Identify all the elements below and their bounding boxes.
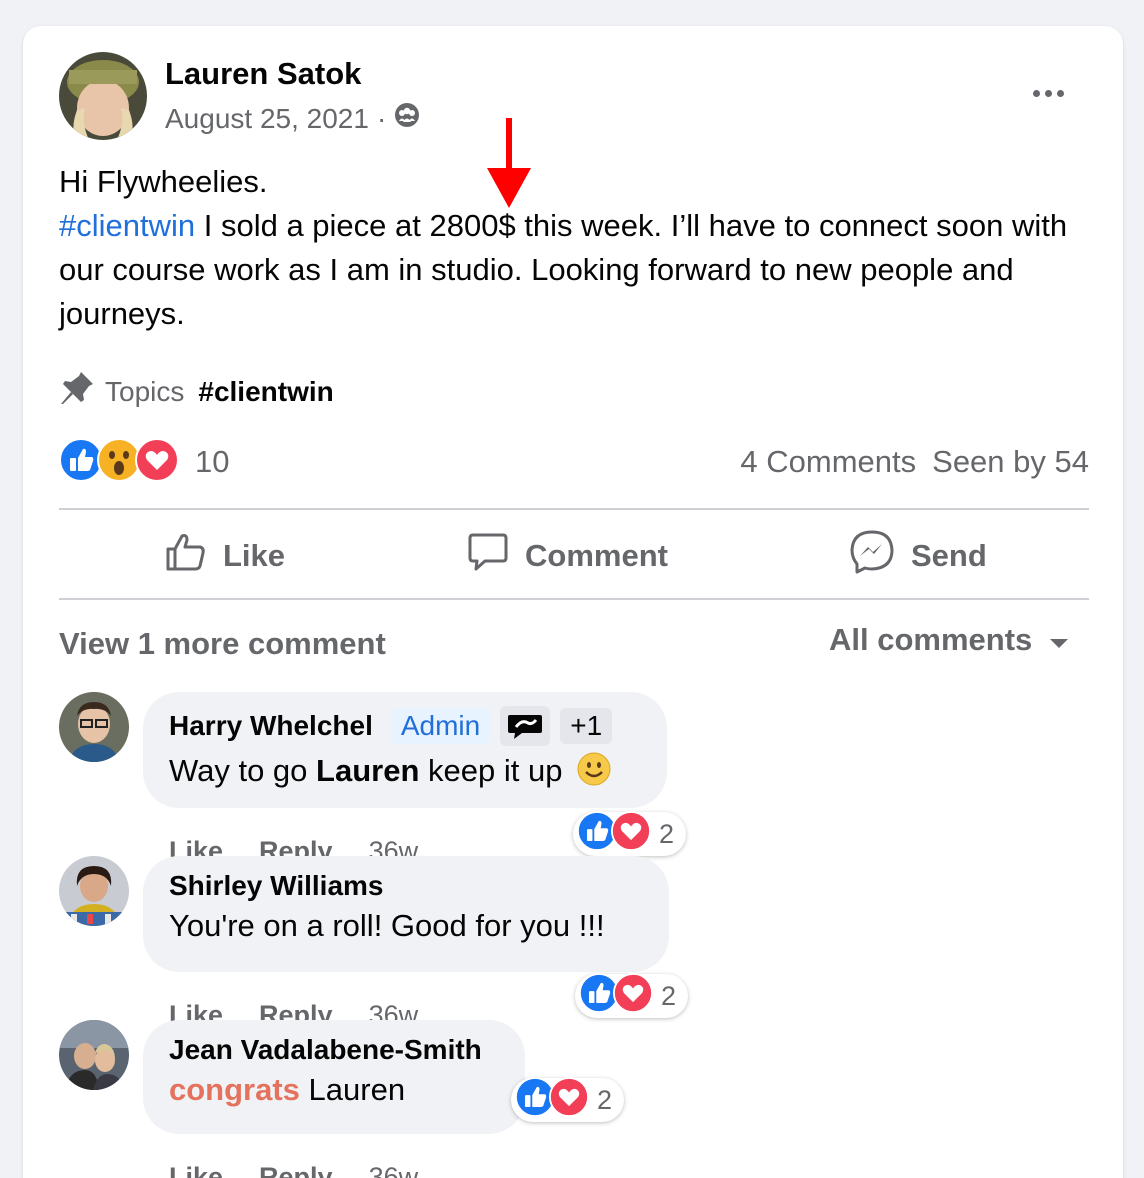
post-card: Lauren Satok August 25, 2021 · Hi Flywhe… xyxy=(23,26,1123,1178)
comment-filter-dropdown[interactable]: All comments xyxy=(829,622,1070,658)
author-avatar[interactable] xyxy=(59,52,147,140)
divider xyxy=(59,508,1089,510)
more-options-icon xyxy=(1032,89,1040,97)
congrats-highlight: congrats xyxy=(169,1072,300,1107)
comment-bubble: Harry Whelchel Admin +1 Way to go Lauren… xyxy=(143,692,667,808)
meta-separator: · xyxy=(376,102,387,134)
commenter-name[interactable]: Shirley Williams xyxy=(169,870,384,902)
love-reaction-icon xyxy=(549,1076,589,1124)
post-meta: August 25, 2021 · xyxy=(165,102,420,135)
comment-timestamp[interactable]: 36w xyxy=(369,1162,419,1178)
love-reaction-icon xyxy=(135,437,179,487)
reactions-summary: 10 4 Comments Seen by 54 xyxy=(59,437,1089,487)
hashtag-link[interactable]: #clientwin xyxy=(59,208,195,243)
comment-filter-label: All comments xyxy=(829,622,1033,657)
comment-reactions[interactable]: 2 xyxy=(573,810,687,858)
comment-reaction-count: 2 xyxy=(597,1084,613,1115)
badge-more-count[interactable]: +1 xyxy=(560,708,613,744)
topics-label: Topics xyxy=(105,375,185,407)
comments-count[interactable]: 4 Comments xyxy=(740,444,916,480)
post-body: Hi Flywheelies. #clientwin I sold a piec… xyxy=(59,160,1099,336)
post-text: I sold a piece at 2800$ this week. I’ll … xyxy=(59,208,1068,331)
pin-icon xyxy=(59,370,95,413)
commenter-name[interactable]: Jean Vadalabene-Smith xyxy=(169,1034,482,1066)
comment-reactions[interactable]: 2 xyxy=(575,972,689,1020)
post-date[interactable]: August 25, 2021 xyxy=(165,103,369,135)
topics-tag[interactable]: #clientwin xyxy=(198,376,333,408)
like-button-label: Like xyxy=(223,538,286,573)
divider xyxy=(59,598,1089,600)
topics-row: Topics #clientwin xyxy=(59,370,334,413)
view-more-comments[interactable]: View 1 more comment xyxy=(59,626,386,662)
reaction-icons[interactable] xyxy=(59,437,179,487)
comment-text: Way to go Lauren keep it up xyxy=(169,752,641,794)
love-reaction-icon xyxy=(611,810,651,858)
seen-by[interactable]: Seen by 54 xyxy=(932,444,1089,480)
comment-bubble: Jean Vadalabene-Smith congrats Lauren xyxy=(143,1020,525,1134)
admin-badge[interactable]: Admin xyxy=(390,708,491,744)
caret-down-icon xyxy=(1048,622,1070,658)
comment-reactions[interactable]: 2 xyxy=(511,1076,625,1124)
comment-reaction-count: 2 xyxy=(659,818,675,849)
messenger-icon xyxy=(849,529,895,583)
smile-emoji xyxy=(577,752,611,794)
comment-actions: Like Reply 36w xyxy=(169,1162,418,1178)
author-name[interactable]: Lauren Satok xyxy=(165,56,361,92)
comment-text: You're on a roll! Good for you !!! xyxy=(169,908,605,943)
reaction-count[interactable]: 10 xyxy=(195,444,229,480)
commenter-name[interactable]: Harry Whelchel xyxy=(169,710,373,742)
commenter-avatar[interactable] xyxy=(59,856,129,926)
love-reaction-icon xyxy=(613,972,653,1020)
commenter-avatar[interactable] xyxy=(59,692,129,762)
comment-like-button[interactable]: Like xyxy=(169,1162,223,1178)
post-greeting: Hi Flywheelies. xyxy=(59,164,268,199)
send-button-label: Send xyxy=(911,538,987,573)
comment-reply-button[interactable]: Reply xyxy=(259,1162,333,1178)
group-audience-icon xyxy=(394,102,420,135)
commenter-avatar[interactable] xyxy=(59,1020,129,1090)
comment-text: congrats Lauren xyxy=(169,1072,406,1107)
conversation-starter-badge-icon[interactable] xyxy=(500,706,551,746)
comment-bubble-icon xyxy=(467,531,509,581)
like-button[interactable]: Like xyxy=(165,526,285,586)
send-button[interactable]: Send xyxy=(849,526,987,586)
comment-button-label: Comment xyxy=(525,538,668,573)
comment-button[interactable]: Comment xyxy=(467,526,668,586)
more-options-button[interactable] xyxy=(1023,76,1073,110)
thumbs-up-icon xyxy=(165,531,207,581)
mention[interactable]: Lauren xyxy=(316,753,419,788)
comment-reaction-count: 2 xyxy=(661,980,677,1011)
comment-bubble: Shirley Williams You're on a roll! Good … xyxy=(143,856,669,972)
